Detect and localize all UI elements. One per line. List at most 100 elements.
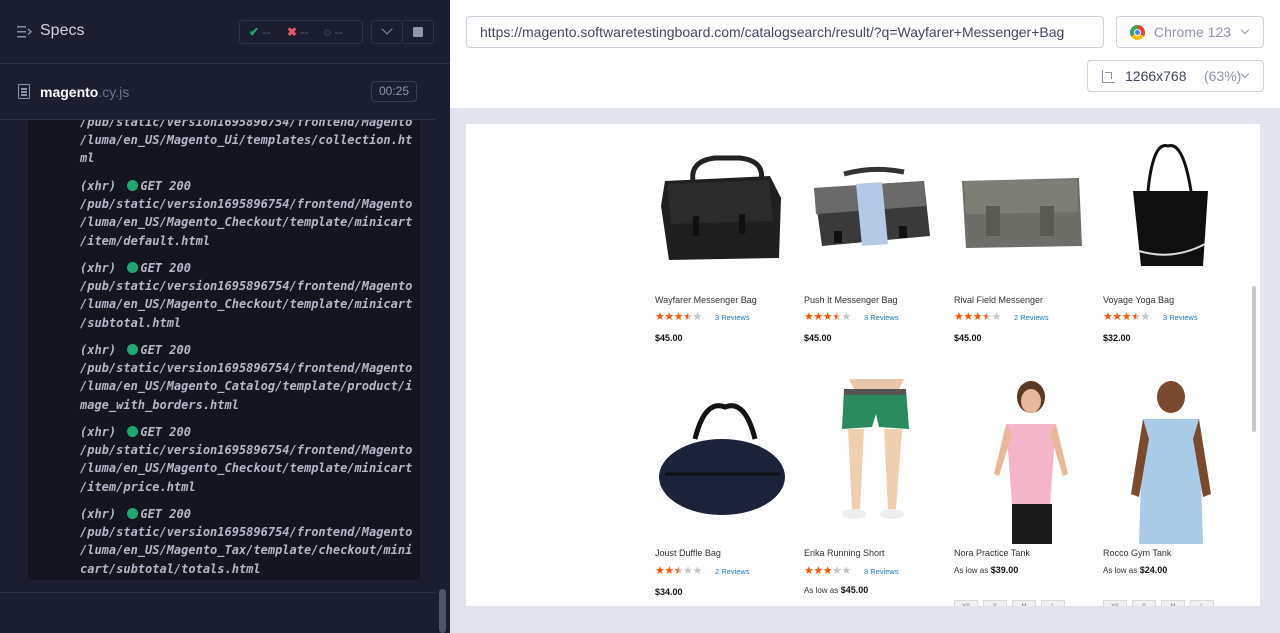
log-entry[interactable]: (xhr) GET 200/pub/static/version16958967…: [80, 259, 420, 332]
practice-tank-image[interactable]: [954, 379, 1089, 544]
star-icon: ★: [832, 311, 842, 323]
failed-count: --: [300, 25, 309, 39]
viewport-size: 1266x768: [1125, 68, 1187, 84]
running-short-image[interactable]: [804, 379, 939, 544]
log-path: /pub/static/version1695896754/frontend/M…: [80, 197, 413, 248]
browser-selector[interactable]: Chrome 123: [1116, 16, 1264, 48]
log-prefix: (xhr): [80, 261, 117, 275]
product-name[interactable]: Push It Messenger Bag: [804, 295, 898, 305]
chrome-icon: [1130, 25, 1145, 40]
passed-stat: ✔ --: [249, 25, 270, 39]
log-entry[interactable]: (xhr) GET 200/pub/static/version16958967…: [80, 505, 420, 578]
messenger-bag-image[interactable]: [804, 136, 939, 301]
product-name[interactable]: Erika Running Short: [804, 548, 885, 558]
star-icon: ★: [664, 565, 674, 577]
product-name[interactable]: Joust Duffle Bag: [655, 548, 721, 558]
reviews-link[interactable]: 2 Reviews: [1014, 313, 1049, 322]
messenger-bag-image[interactable]: [655, 136, 790, 301]
product-name[interactable]: Voyage Yoga Bag: [1103, 295, 1174, 305]
viewport-zoom: (63%): [1204, 68, 1242, 84]
log-path: /pub/static/version1695896754/frontend/M…: [80, 443, 413, 494]
star-icon: ★: [1140, 311, 1151, 323]
pending-count: --: [334, 25, 343, 39]
log-entry[interactable]: (xhr) GET 200/pub/static/version16958967…: [80, 177, 420, 250]
reviews-link[interactable]: 3 Reviews: [864, 567, 899, 576]
product-price: $45.00: [804, 333, 832, 343]
spec-file-name[interactable]: magento.cy.js: [40, 84, 129, 100]
log-prefix: (xhr): [80, 507, 117, 521]
status-dot-icon: [127, 262, 139, 273]
specs-list-icon[interactable]: [17, 25, 32, 39]
star-icon: ★: [841, 565, 852, 577]
rating-stars: ★★★★★: [655, 564, 702, 577]
spec-file-header: magento.cy.js 00:25: [0, 65, 450, 120]
log-method: GET 200: [140, 179, 191, 193]
product-price: $32.00: [1103, 333, 1131, 343]
reviews-link[interactable]: 3 Reviews: [864, 313, 899, 322]
log-path: /pub/static/version1695896754/frontend/M…: [80, 525, 413, 576]
log-method: GET 200: [140, 507, 191, 521]
expand-button[interactable]: [371, 20, 403, 44]
log-entry[interactable]: (xhr) GET 200/pub/static/version16958967…: [80, 423, 420, 496]
ruler-icon: [1102, 70, 1115, 83]
product-price: As low as $45.00: [804, 585, 869, 595]
size-option[interactable]: L: [1041, 600, 1065, 606]
star-icon: ★: [664, 311, 674, 323]
star-icon: ★: [1103, 311, 1113, 323]
star-icon: ★: [692, 311, 703, 323]
rating-stars: ★★★★★: [655, 310, 702, 323]
size-option[interactable]: XS: [954, 600, 978, 606]
size-option[interactable]: L: [1190, 600, 1214, 606]
rating-stars: ★★★★★: [804, 310, 851, 323]
status-dot-icon: [127, 508, 139, 519]
app-iframe[interactable]: Wayfarer Messenger Bag ★★★★★ 3 Reviews $…: [466, 124, 1260, 606]
chevron-down-icon: [1240, 69, 1250, 79]
runner-scroll-thumb[interactable]: [439, 589, 446, 633]
preview-stage: Wayfarer Messenger Bag ★★★★★ 3 Reviews $…: [450, 108, 1280, 633]
specs-title[interactable]: Specs: [40, 22, 84, 40]
log-method: GET 200: [140, 261, 191, 275]
product-name[interactable]: Rocco Gym Tank: [1103, 548, 1171, 558]
star-icon: ★: [655, 311, 665, 323]
reviews-link[interactable]: 2 Reviews: [715, 567, 750, 576]
specs-header: Specs ✔ -- ✖ -- ◌ --: [0, 0, 450, 64]
runner-scrollbar[interactable]: [435, 64, 450, 633]
document-icon: [18, 84, 30, 99]
status-dot-icon: [127, 344, 139, 355]
product-price: $45.00: [655, 333, 683, 343]
log-entry[interactable]: (xhr) GET 200/pub/static/version16958967…: [80, 341, 420, 414]
passed-count: --: [262, 25, 271, 39]
star-icon: ★: [982, 311, 992, 323]
product-price: As low as $39.00: [954, 565, 1019, 575]
messenger-bag-image[interactable]: [954, 136, 1089, 301]
product-name[interactable]: Rival Field Messenger: [954, 295, 1043, 305]
product-name[interactable]: Nora Practice Tank: [954, 548, 1030, 558]
product-name[interactable]: Wayfarer Messenger Bag: [655, 295, 757, 305]
size-option[interactable]: S: [1132, 600, 1156, 606]
page-scrollbar[interactable]: [1252, 286, 1256, 432]
stop-icon: [413, 27, 423, 37]
star-icon: ★: [972, 311, 983, 323]
stop-button[interactable]: [402, 20, 434, 44]
size-option[interactable]: S: [983, 600, 1007, 606]
duffle-bag-image[interactable]: [655, 379, 790, 544]
tote-bag-image[interactable]: [1103, 136, 1238, 301]
product-price: $45.00: [954, 333, 982, 343]
url-bar[interactable]: https://magento.softwaretestingboard.com…: [466, 16, 1104, 48]
reviews-link[interactable]: 3 Reviews: [715, 313, 750, 322]
rating-stars: ★★★★★: [1103, 310, 1150, 323]
star-icon: ★: [822, 311, 833, 323]
footer-divider: [0, 592, 435, 593]
size-option[interactable]: XS: [1103, 600, 1127, 606]
log-method: GET 200: [140, 425, 191, 439]
viewport-selector[interactable]: 1266x768 (63%): [1087, 60, 1264, 92]
rating-stars: ★★★★★: [804, 564, 851, 577]
size-option[interactable]: M: [1161, 600, 1185, 606]
star-icon: ★: [683, 565, 693, 577]
reviews-link[interactable]: 3 Reviews: [1163, 313, 1198, 322]
star-icon: ★: [954, 311, 964, 323]
size-option[interactable]: M: [1012, 600, 1036, 606]
star-icon: ★: [841, 311, 852, 323]
gym-tank-image[interactable]: [1103, 379, 1238, 544]
rating-stars: ★★★★★: [954, 310, 1001, 323]
